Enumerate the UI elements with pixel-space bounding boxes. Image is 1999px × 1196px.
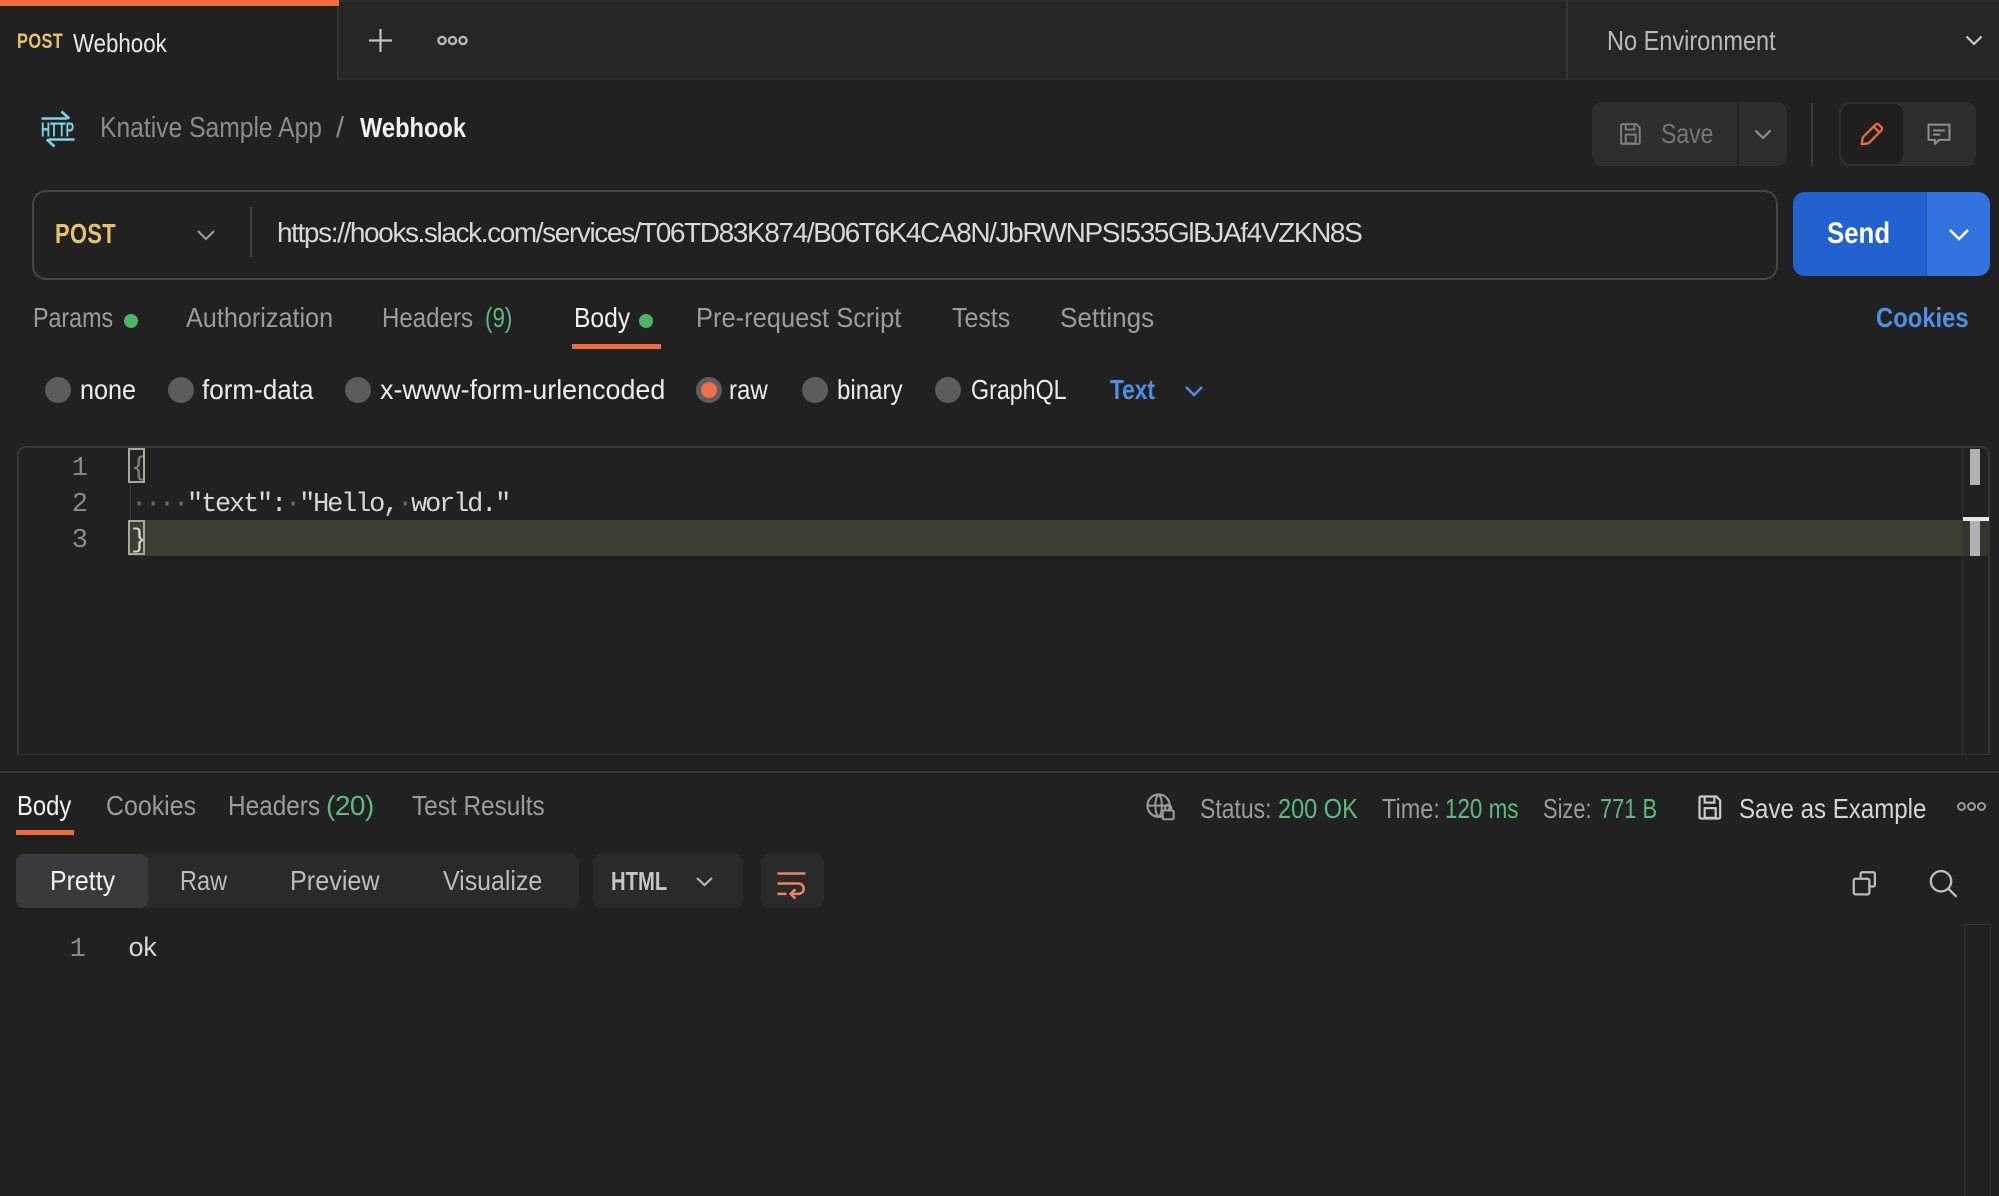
- svg-text:HTTP: HTTP: [41, 120, 74, 142]
